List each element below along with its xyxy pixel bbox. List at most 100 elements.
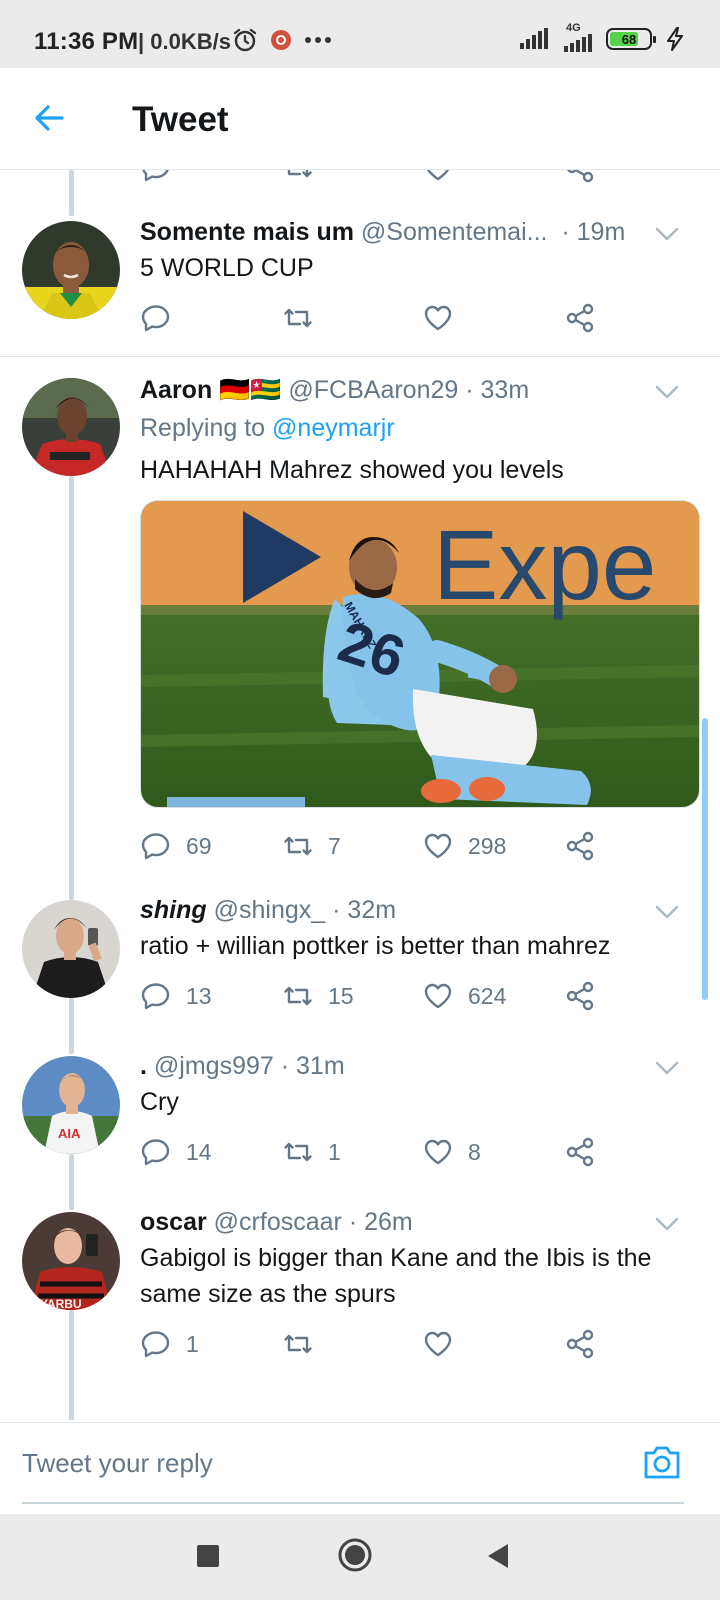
chevron-down-icon[interactable] <box>654 224 680 244</box>
triangle-back-icon <box>488 1544 508 1568</box>
like-icon[interactable] <box>422 170 454 184</box>
avatar[interactable] <box>22 378 120 476</box>
display-name[interactable]: Aaron 🇩🇪🇹🇬 <box>140 376 281 404</box>
avatar[interactable]: AIA <box>22 1056 120 1154</box>
avatar[interactable] <box>22 900 120 998</box>
handle[interactable]: @jmgs997 <box>154 1052 274 1080</box>
reply-icon <box>140 302 172 334</box>
tweet[interactable]: YARBU oscar @crfoscaar · 26m Gabigol is … <box>0 1208 720 1420</box>
ad-board-text: Expe <box>433 510 656 620</box>
recents-button[interactable] <box>196 1544 220 1573</box>
retweet-button[interactable] <box>282 1328 328 1360</box>
chevron-down-icon[interactable] <box>654 1058 680 1078</box>
tweet-meta: oscar @crfoscaar · 26m <box>140 1208 413 1237</box>
action-bar: 69 7 298 <box>140 830 610 866</box>
handle[interactable]: @crfoscaar <box>214 1208 342 1236</box>
like-button[interactable]: 298 <box>422 830 506 862</box>
signal-icon <box>520 28 548 49</box>
avatar[interactable] <box>22 221 120 319</box>
retweet-button[interactable] <box>282 302 328 334</box>
reply-input[interactable] <box>22 1443 622 1483</box>
like-count: 624 <box>468 982 507 1009</box>
display-name[interactable]: oscar <box>140 1208 207 1236</box>
handle[interactable]: @FCBAaron29 <box>288 376 458 404</box>
back-button[interactable] <box>30 98 70 138</box>
like-button[interactable] <box>422 1328 468 1360</box>
tweet[interactable]: Aaron 🇩🇪🇹🇬 @FCBAaron29 · 33m Replying to… <box>0 376 720 896</box>
tweet-thread[interactable]: 2 Somente mais um @Somentemai... · 19m 5 <box>0 170 720 1420</box>
tweet[interactable]: Somente mais um @Somentemai... · 19m 5 W… <box>0 218 720 356</box>
retweet-button[interactable]: 7 <box>282 830 341 862</box>
like-icon <box>422 1328 454 1360</box>
tweet[interactable]: AIA . @jmgs997 · 31m Cry 14 1 8 <box>0 1052 720 1208</box>
like-icon <box>422 980 454 1012</box>
previous-tweet-actions: 2 <box>0 170 720 182</box>
charging-icon <box>667 27 683 51</box>
retweet-icon[interactable] <box>282 170 314 184</box>
share-icon <box>564 980 596 1012</box>
reply-button[interactable]: 13 <box>140 980 212 1012</box>
retweet-count: 15 <box>328 982 354 1009</box>
mention-link[interactable]: @neymarjr <box>272 414 395 442</box>
tweet-text: HAHAHAH Mahrez showed you levels <box>140 456 564 484</box>
top-app-bar: Tweet <box>0 68 720 170</box>
reply-icon[interactable] <box>140 170 172 184</box>
display-name[interactable]: shing <box>140 896 207 924</box>
network-speed: | 0.0KB/s <box>138 29 231 54</box>
share-icon[interactable] <box>564 170 596 184</box>
like-icon <box>422 830 454 862</box>
action-bar <box>140 302 610 338</box>
tweet-text: ratio + willian pottker is better than m… <box>140 932 611 960</box>
camera-icon <box>644 1446 680 1479</box>
timestamp: · 32m <box>332 896 397 924</box>
reply-button[interactable] <box>140 302 186 334</box>
share-button[interactable] <box>564 1328 596 1360</box>
scrollbar[interactable] <box>702 718 708 1000</box>
retweet-button[interactable]: 15 <box>282 980 354 1012</box>
square-icon <box>197 1545 219 1567</box>
display-name[interactable]: . <box>140 1052 147 1080</box>
like-count: 8 <box>468 1138 481 1165</box>
reply-composer <box>0 1422 720 1504</box>
share-button[interactable] <box>564 830 596 862</box>
share-icon <box>564 302 596 334</box>
like-button[interactable] <box>422 302 468 334</box>
reply-count: 1 <box>186 1330 199 1357</box>
display-name[interactable]: Somente mais um <box>140 218 354 246</box>
retweet-icon <box>282 980 314 1012</box>
status-time: 11:36 PM <box>34 28 139 55</box>
status-bar: 11:36 PM | 0.0KB/s 4G 68 <box>0 0 720 68</box>
like-count: 298 <box>468 832 507 859</box>
like-button[interactable]: 8 <box>422 1136 481 1168</box>
reply-count: 69 <box>186 832 212 859</box>
back-nav-button[interactable] <box>486 1542 510 1575</box>
tweet-text: 5 WORLD CUP <box>140 254 314 282</box>
tweet[interactable]: shing @shingx_ · 32m ratio + willian pot… <box>0 896 720 1052</box>
handle[interactable]: @Somentemai... <box>361 218 548 246</box>
handle[interactable]: @shingx_ <box>214 896 326 924</box>
share-button[interactable] <box>564 980 596 1012</box>
reply-button[interactable]: 69 <box>140 830 212 862</box>
tweet-image[interactable]: Expe 26 MAHREZ <box>140 500 700 808</box>
like-button[interactable]: 624 <box>422 980 506 1012</box>
reply-button[interactable]: 1 <box>140 1328 199 1360</box>
input-underline <box>22 1502 684 1504</box>
share-button[interactable] <box>564 302 596 334</box>
retweet-button[interactable]: 1 <box>282 1136 341 1168</box>
retweet-icon <box>282 1136 314 1168</box>
timestamp: · 19m <box>561 218 626 246</box>
camera-button[interactable] <box>642 1443 682 1481</box>
chevron-down-icon[interactable] <box>654 1214 680 1234</box>
replying-to-label: Replying to <box>140 414 266 442</box>
retweet-count: 1 <box>328 1138 341 1165</box>
share-button[interactable] <box>564 1136 596 1168</box>
divider <box>0 356 720 357</box>
share-icon <box>564 1328 596 1360</box>
home-button[interactable] <box>338 1538 372 1577</box>
like-icon <box>422 1136 454 1168</box>
reply-icon <box>140 1136 172 1168</box>
chevron-down-icon[interactable] <box>654 382 680 402</box>
avatar[interactable]: YARBU <box>22 1212 120 1310</box>
reply-button[interactable]: 14 <box>140 1136 212 1168</box>
chevron-down-icon[interactable] <box>654 902 680 922</box>
